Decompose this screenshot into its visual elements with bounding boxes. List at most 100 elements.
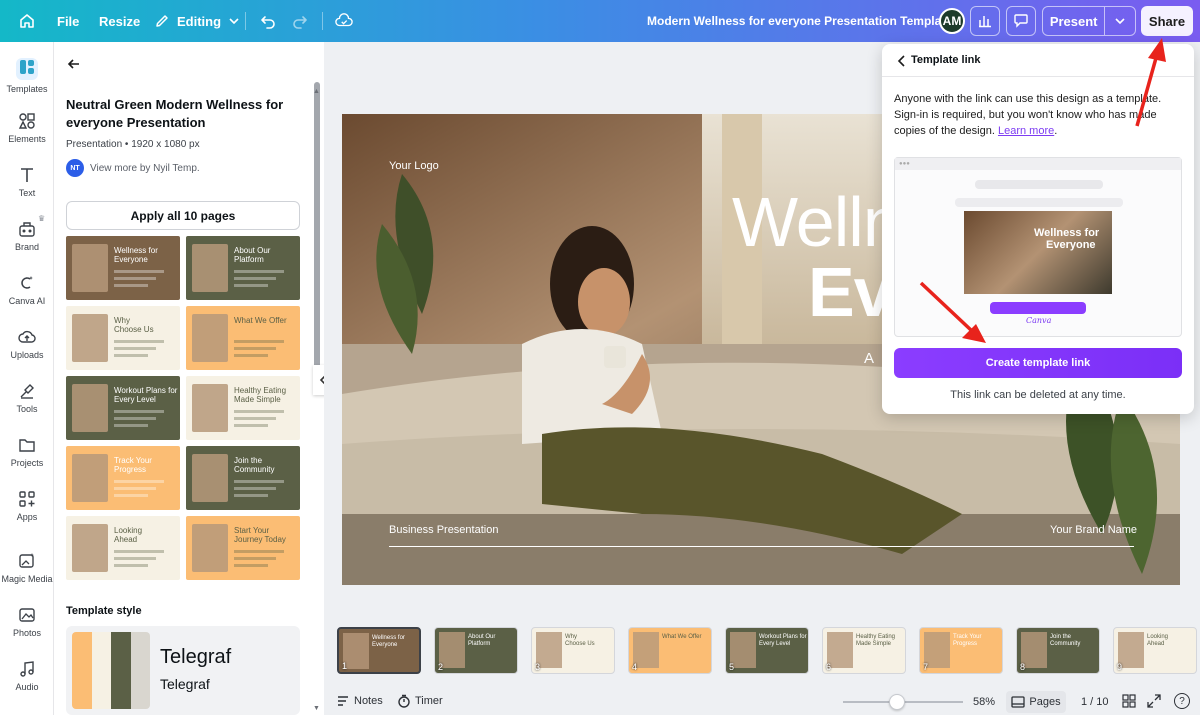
- rail-item-templates[interactable]: Templates: [0, 58, 54, 94]
- rail-item-photos[interactable]: Photos: [0, 606, 54, 638]
- left-rail: Templates Elements Text Brand ♛ Canva AI…: [0, 42, 54, 715]
- notes-button[interactable]: Notes: [336, 694, 383, 708]
- template-page-thumbnail[interactable]: Looking Ahead: [66, 516, 180, 580]
- present-button[interactable]: Present: [1043, 14, 1104, 29]
- thumbnail-text-line: [114, 557, 156, 560]
- scroll-up-icon[interactable]: ▲: [313, 88, 320, 95]
- template-style-card[interactable]: Telegraf Telegraf: [66, 626, 300, 715]
- template-page-thumbnail[interactable]: Why Choose Us: [66, 306, 180, 370]
- page-thumbnail[interactable]: Why Choose Us 3: [531, 627, 615, 674]
- popup-back-button[interactable]: [896, 54, 908, 72]
- rail-label: Templates: [6, 84, 48, 94]
- file-menu[interactable]: File: [57, 0, 79, 42]
- thumbnail-title-line2: Community: [234, 465, 275, 474]
- arrow-left-icon: [67, 59, 79, 69]
- template-page-thumbnail[interactable]: Workout Plans for Every Level: [66, 376, 180, 440]
- page-thumbnail[interactable]: Looking Ahead 9: [1113, 627, 1197, 674]
- author-link[interactable]: View more by Nyil Temp.: [90, 163, 200, 174]
- insights-button[interactable]: [970, 6, 1000, 36]
- template-page-thumbnail[interactable]: Join the Community: [186, 446, 300, 510]
- pages-button[interactable]: Pages: [1006, 691, 1066, 713]
- apply-all-pages-button[interactable]: Apply all 10 pages: [66, 201, 300, 230]
- page-thumbnail-title1: About Our: [468, 634, 496, 640]
- present-options-button[interactable]: [1105, 15, 1135, 27]
- timer-button[interactable]: Timer: [397, 694, 443, 708]
- cloud-save-button[interactable]: [335, 0, 353, 42]
- tools-icon: [20, 384, 34, 399]
- undo-button[interactable]: [259, 0, 277, 42]
- rail-item-text[interactable]: Text: [0, 166, 54, 198]
- rail-item-canva-ai[interactable]: Canva AI: [0, 274, 54, 306]
- document-title[interactable]: Modern Wellness for everyone Presentatio…: [647, 0, 952, 42]
- page-counter[interactable]: 1 / 10: [1081, 696, 1109, 708]
- editing-label: Editing: [177, 13, 222, 29]
- page-thumbnail[interactable]: Healthy Eating Made Simple 6: [822, 627, 906, 674]
- thumbnail-title-line1: Looking: [114, 526, 143, 535]
- thumbnail-text-line: [114, 564, 148, 567]
- grid-view-button[interactable]: [1122, 694, 1136, 713]
- share-button[interactable]: Share: [1141, 6, 1193, 36]
- chevron-left-icon: [897, 55, 905, 67]
- notes-label: Notes: [354, 695, 383, 707]
- learn-more-link[interactable]: Learn more: [998, 125, 1054, 137]
- uploads-icon: [18, 330, 36, 343]
- rail-item-tools[interactable]: Tools: [0, 382, 54, 414]
- page-thumbnail[interactable]: Wellness for Everyone 1: [337, 627, 421, 674]
- help-icon[interactable]: ?: [1174, 693, 1190, 709]
- template-page-thumbnail[interactable]: Track Your Progress: [66, 446, 180, 510]
- page-thumbnail[interactable]: Join the Community 8: [1016, 627, 1100, 674]
- page-thumbnail[interactable]: Track Your Progress 7: [919, 627, 1003, 674]
- thumbnail-title-line1: Start Your: [234, 526, 270, 535]
- zoom-slider-handle[interactable]: [889, 694, 905, 710]
- fullscreen-button[interactable]: [1147, 694, 1161, 713]
- zoom-level[interactable]: 58%: [973, 696, 995, 708]
- thumbnail-title-line1: What We Offer: [234, 316, 287, 325]
- page-thumbnail-title1: Looking: [1147, 634, 1169, 640]
- user-avatar[interactable]: AM: [939, 8, 965, 34]
- comment-icon: [1013, 12, 1029, 31]
- template-page-thumbnail[interactable]: Healthy Eating Made Simple: [186, 376, 300, 440]
- top-bar: File Resize Editing Modern Wellness for …: [0, 0, 1200, 42]
- resize-button[interactable]: Resize: [99, 0, 140, 42]
- editing-mode-button[interactable]: Editing: [153, 0, 243, 42]
- redo-button[interactable]: [291, 0, 309, 42]
- rail-item-uploads[interactable]: Uploads: [0, 328, 54, 360]
- rail-item-brand[interactable]: Brand: [0, 220, 54, 252]
- page-thumbnail[interactable]: About Our Platform 2: [434, 627, 518, 674]
- rail-item-projects[interactable]: Projects: [0, 436, 54, 468]
- scroll-down-icon[interactable]: ▼: [313, 705, 320, 712]
- thumbnail-text-line: [114, 494, 148, 497]
- slide-title-line2[interactable]: Ev: [808, 254, 893, 330]
- thumbnail-photo: [72, 384, 108, 432]
- page-thumbnail[interactable]: What We Offer 4: [628, 627, 712, 674]
- create-template-link-button[interactable]: Create template link: [894, 348, 1182, 378]
- thumbnail-text-line: [114, 347, 156, 350]
- panel-scrollbar[interactable]: [314, 82, 320, 374]
- comments-button[interactable]: [1006, 6, 1036, 36]
- page-thumbnail[interactable]: Workout Plans for Every Level 5: [725, 627, 809, 674]
- thumbnail-text-line: [234, 410, 284, 413]
- template-meta: Presentation • 1920 x 1080 px: [66, 139, 200, 150]
- template-page-thumbnail[interactable]: Start Your Journey Today: [186, 516, 300, 580]
- author-avatar[interactable]: NT: [66, 159, 84, 177]
- slide-logo-text[interactable]: Your Logo: [389, 160, 439, 172]
- style-font-heading: Telegraf: [160, 646, 232, 668]
- template-page-thumbnail[interactable]: What We Offer: [186, 306, 300, 370]
- rail-item-audio[interactable]: Audio: [0, 660, 54, 692]
- template-page-thumbnail[interactable]: Wellness for Everyone: [66, 236, 180, 300]
- home-icon: [18, 12, 36, 30]
- rail-label: Tools: [16, 404, 38, 414]
- slide-footer-right[interactable]: Your Brand Name: [1050, 524, 1137, 536]
- thumbnail-title-line2: Journey Today: [234, 535, 286, 544]
- rail-item-apps[interactable]: Apps: [0, 490, 54, 522]
- back-button[interactable]: [66, 56, 82, 77]
- home-button[interactable]: [18, 0, 36, 42]
- thumbnail-photo: [72, 314, 108, 362]
- page-number: 8: [1020, 662, 1026, 672]
- slide-title-line1[interactable]: Welln: [732, 184, 902, 260]
- slide-footer-left[interactable]: Business Presentation: [389, 524, 498, 536]
- rail-item-elements[interactable]: Elements: [0, 112, 54, 144]
- thumbnail-title-line1: About Our: [234, 246, 271, 255]
- rail-item-magic-media[interactable]: Magic Media: [0, 552, 54, 584]
- template-page-thumbnail[interactable]: About Our Platform: [186, 236, 300, 300]
